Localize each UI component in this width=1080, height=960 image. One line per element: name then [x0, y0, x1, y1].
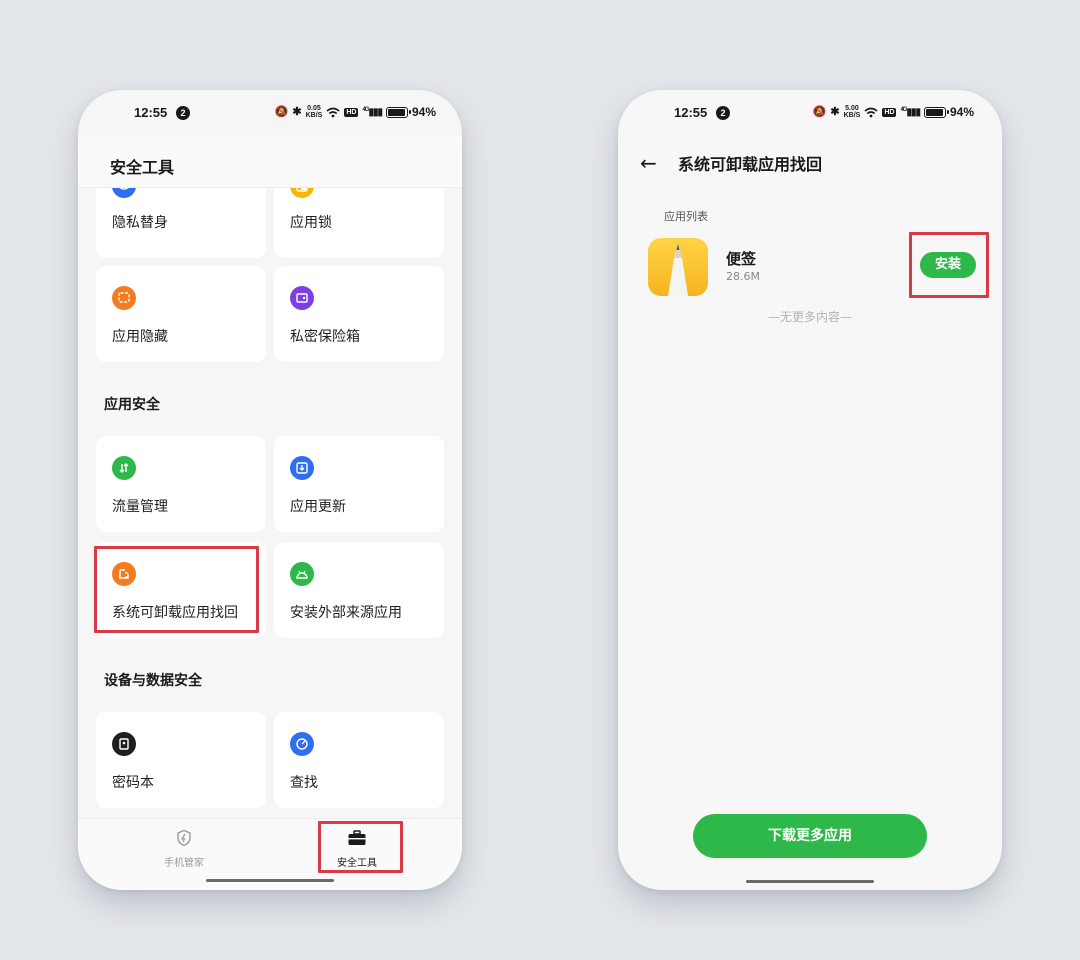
install-button[interactable]: 安装 — [920, 252, 976, 278]
app-restore-icon — [112, 562, 136, 586]
status-bar: 12:55 2 🔕 ✱ 0.05 KB/S HD 4G▮▮▮ 94% — [78, 90, 462, 136]
android-icon — [290, 562, 314, 586]
tool-label: 安装外部来源应用 — [290, 605, 402, 621]
tool-card-password-book[interactable]: 密码本 — [96, 712, 266, 808]
tool-card-private-safe[interactable]: 私密保险箱 — [274, 266, 444, 362]
tool-label: 应用锁 — [290, 215, 332, 231]
tool-label: 系统可卸载应用找回 — [112, 605, 238, 621]
tool-label: 隐私替身 — [112, 215, 168, 231]
app-lock-icon — [290, 188, 314, 198]
hd-badge: HD — [344, 107, 359, 117]
toolbox-icon — [348, 830, 366, 845]
home-indicator[interactable] — [746, 880, 874, 883]
battery-icon — [385, 106, 411, 118]
tool-card-privacy-avatar[interactable]: 隐私替身 — [96, 188, 266, 258]
page-header: 安全工具 — [78, 136, 462, 188]
notes-app-icon — [648, 238, 708, 296]
bluetooth-icon: ✱ — [830, 106, 840, 118]
section-app-security: 应用安全 — [104, 397, 160, 413]
tool-card-app-hide[interactable]: 应用隐藏 — [96, 266, 266, 362]
app-update-icon — [290, 456, 314, 480]
tool-card-app-restore[interactable]: 系统可卸载应用找回 — [96, 542, 266, 638]
network-speed: 5.00 KB/S — [843, 105, 861, 119]
tool-card-data-traffic[interactable]: 流量管理 — [96, 436, 266, 532]
mute-icon: 🔕 — [812, 106, 827, 118]
tab-security-tools[interactable]: 安全工具 — [307, 829, 407, 869]
hd-badge: HD — [882, 107, 897, 117]
data-traffic-icon — [112, 456, 136, 480]
wifi-icon — [864, 107, 878, 117]
battery-icon — [923, 106, 949, 118]
tool-label: 密码本 — [112, 775, 154, 791]
bottom-tab-bar: 手机管家 安全工具 — [78, 818, 462, 890]
tool-label: 流量管理 — [112, 499, 168, 515]
privacy-avatar-icon — [112, 188, 136, 198]
notification-badge: 2 — [176, 106, 190, 120]
tool-label: 私密保险箱 — [290, 329, 360, 345]
password-book-icon — [112, 732, 136, 756]
list-caption: 应用列表 — [664, 210, 708, 223]
download-more-apps-button[interactable]: 下载更多应用 — [693, 814, 927, 858]
tool-card-install-external-apps[interactable]: 安装外部来源应用 — [274, 542, 444, 638]
phone-app-restore: 12:55 2 🔕 ✱ 5.00 KB/S HD 4G▮▮▮ 94% ← 系统可卸… — [618, 90, 1002, 890]
status-time: 12:55 — [674, 105, 708, 120]
phone-security-tools: 12:55 2 🔕 ✱ 0.05 KB/S HD 4G▮▮▮ 94% 安全工具 隐… — [78, 90, 462, 890]
private-safe-icon — [290, 286, 314, 310]
shield-icon — [177, 829, 191, 847]
tool-card-app-update[interactable]: 应用更新 — [274, 436, 444, 532]
tool-card-find-device[interactable]: 查找 — [274, 712, 444, 808]
page-title: 安全工具 — [110, 158, 175, 177]
nav-bar: ← 系统可卸载应用找回 — [640, 148, 1002, 178]
battery-level: 94% — [411, 105, 436, 119]
wifi-icon — [326, 107, 340, 117]
tool-label: 查找 — [290, 775, 318, 791]
no-more-content: —无更多内容— — [767, 310, 852, 324]
home-indicator[interactable] — [206, 879, 334, 882]
status-icons: 🔕 ✱ 5.00 KB/S HD 4G▮▮▮ 94% — [813, 105, 974, 119]
back-arrow-icon[interactable]: ← — [640, 151, 670, 175]
battery-level: 94% — [949, 105, 974, 119]
app-name: 便签 — [726, 250, 757, 268]
mute-icon: 🔕 — [274, 106, 289, 118]
find-device-icon — [290, 732, 314, 756]
tab-label: 安全工具 — [337, 858, 377, 869]
status-bar: 12:55 2 🔕 ✱ 5.00 KB/S HD 4G▮▮▮ 94% — [618, 90, 1002, 136]
section-device-security: 设备与数据安全 — [104, 673, 202, 689]
app-size: 28.6M — [726, 270, 760, 283]
page-title: 系统可卸载应用找回 — [678, 155, 823, 174]
tool-label: 应用隐藏 — [112, 329, 168, 345]
tool-label: 应用更新 — [290, 499, 346, 515]
bluetooth-icon: ✱ — [292, 106, 302, 118]
tools-list[interactable]: 隐私替身 应用锁 应用隐藏 私密保险箱 应用安全 流量管理 应用更新 系统可卸载… — [78, 188, 462, 818]
status-icons: 🔕 ✱ 0.05 KB/S HD 4G▮▮▮ 94% — [275, 105, 436, 119]
tab-phone-manager[interactable]: 手机管家 — [134, 829, 234, 869]
tool-card-app-lock[interactable]: 应用锁 — [274, 188, 444, 258]
status-time: 12:55 — [134, 105, 168, 120]
app-hide-icon — [112, 286, 136, 310]
network-speed: 0.05 KB/S — [305, 105, 323, 119]
tab-label: 手机管家 — [164, 858, 204, 869]
signal-icon: 4G▮▮▮ — [362, 106, 383, 118]
signal-icon: 4G▮▮▮ — [900, 106, 921, 118]
notification-badge: 2 — [716, 106, 730, 120]
